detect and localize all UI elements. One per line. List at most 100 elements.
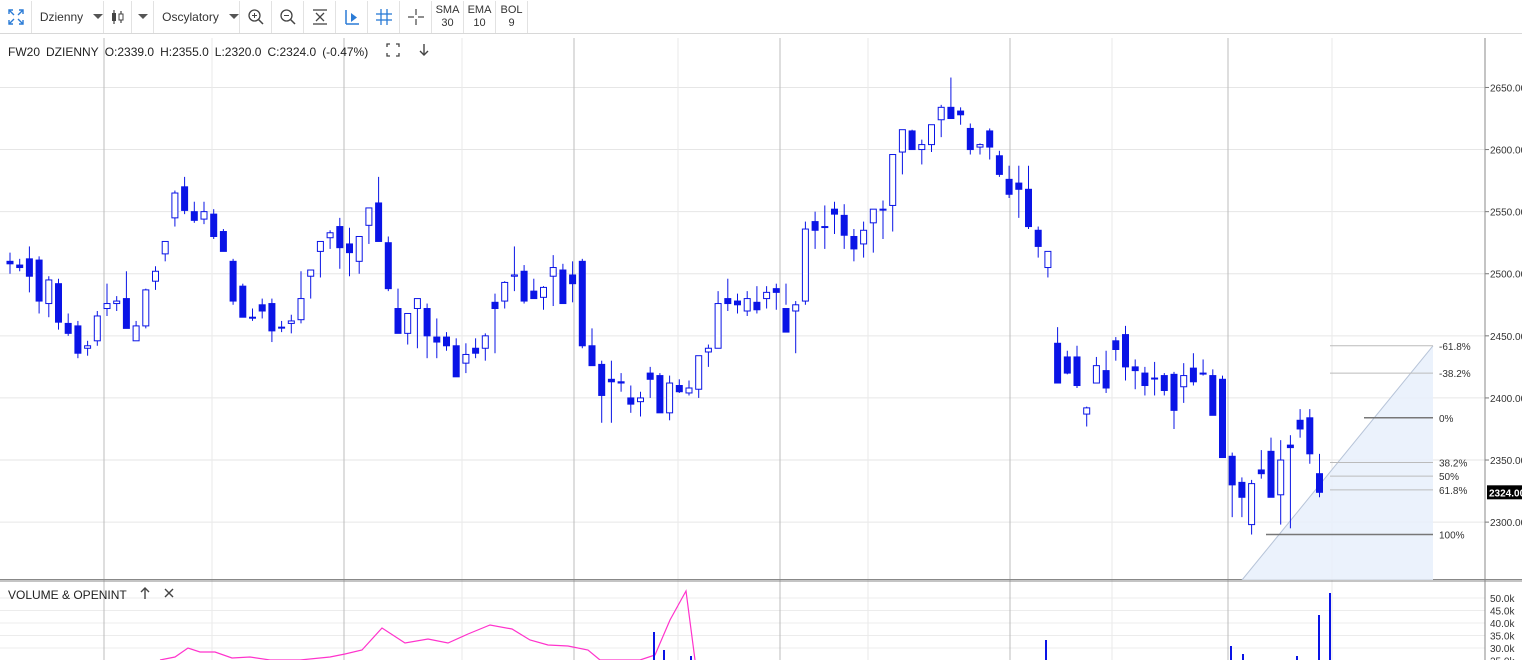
- volume-tick-label: 40.0k: [1490, 619, 1515, 630]
- indicator-ema-button[interactable]: EMA 10: [464, 0, 496, 33]
- maximize-panel-icon[interactable]: [386, 43, 400, 60]
- candle: [171, 190, 179, 227]
- candle: [423, 303, 431, 359]
- candle-body: [782, 308, 790, 333]
- candle-body: [1102, 370, 1110, 389]
- candle-body: [287, 320, 295, 324]
- candle: [559, 263, 567, 305]
- candle: [394, 288, 402, 334]
- fullscreen-button[interactable]: [0, 0, 32, 33]
- candle: [1306, 409, 1314, 464]
- volume-tick-label: 50.0k: [1490, 594, 1515, 605]
- candle: [74, 320, 82, 359]
- candle: [336, 217, 344, 269]
- arrow-up-icon[interactable]: [139, 586, 151, 603]
- toolbar: Dzienny Oscylatory SMA 30 EMA 10 BOL 9: [0, 0, 1522, 34]
- candle: [1151, 361, 1159, 396]
- candle: [1248, 479, 1256, 535]
- candle: [355, 235, 363, 274]
- candle: [346, 227, 353, 277]
- candle: [142, 288, 150, 329]
- candle-body: [16, 264, 24, 269]
- candle: [287, 314, 295, 334]
- candle: [384, 236, 392, 292]
- candle: [1131, 359, 1139, 390]
- candle: [462, 343, 470, 374]
- candle-body: [64, 322, 72, 334]
- candle: [404, 312, 412, 345]
- symbol-label: FW20: [8, 44, 41, 59]
- candle-body: [598, 363, 606, 396]
- candle: [152, 266, 159, 290]
- candle-body: [957, 110, 965, 116]
- candle: [258, 298, 266, 319]
- open-value: O:2339.0: [104, 44, 155, 59]
- candle: [297, 271, 305, 324]
- indicator-sma-button[interactable]: SMA 30: [432, 0, 464, 33]
- candle: [617, 373, 625, 392]
- oscillators-dropdown[interactable]: Oscylatory: [154, 0, 240, 33]
- candle-body: [25, 258, 33, 277]
- candle-body: [1151, 377, 1159, 380]
- close-icon[interactable]: [163, 587, 175, 602]
- chart-type-button[interactable]: [104, 0, 132, 33]
- candle-body: [995, 155, 1003, 175]
- candle-body: [840, 214, 848, 236]
- volume-chart[interactable]: 50.0k 45.0k40.0k 35.0k30.0k 25.0k: [0, 580, 1522, 660]
- candle-body: [1073, 356, 1081, 387]
- candle-body: [986, 130, 994, 148]
- candle: [1141, 366, 1149, 396]
- candle: [64, 313, 72, 336]
- candle: [200, 201, 208, 225]
- candle-body: [792, 304, 800, 312]
- volume-panel-title: VOLUME & OPENINT: [8, 587, 127, 602]
- candle-body: [249, 316, 256, 319]
- candle-body: [355, 235, 363, 262]
- candle: [569, 261, 577, 303]
- chart-type-dropdown[interactable]: [132, 0, 154, 33]
- scroll-to-end-button[interactable]: [336, 0, 368, 33]
- interval-dropdown[interactable]: Dzienny: [32, 0, 104, 33]
- candle-body: [74, 325, 82, 354]
- candle: [1277, 440, 1285, 525]
- price-tick-label: 2300.00: [1490, 518, 1522, 529]
- candle-body: [239, 285, 247, 318]
- candle: [734, 293, 741, 314]
- candle: [743, 291, 751, 316]
- candle-body: [685, 387, 693, 394]
- candle-body: [966, 127, 974, 151]
- price-chart[interactable]: 2650.00 2600.00 2550.00 2500.00 2450.00 2400.…: [0, 38, 1522, 580]
- fit-range-button[interactable]: [304, 0, 336, 33]
- candle: [908, 129, 916, 151]
- arrow-down-icon[interactable]: [418, 43, 430, 60]
- candle-body: [704, 347, 712, 353]
- candle-body: [918, 144, 926, 151]
- candle-body: [607, 378, 615, 383]
- candle: [685, 380, 693, 396]
- indicator-name: EMA: [467, 3, 492, 16]
- candle: [1180, 363, 1188, 403]
- high-value: H:2355.0: [160, 44, 209, 59]
- candle-body: [743, 298, 751, 312]
- candle-body: [413, 298, 421, 310]
- candle: [491, 293, 499, 354]
- zoom-out-button[interactable]: [272, 0, 304, 33]
- candle-body: [452, 345, 460, 378]
- candle-body: [443, 336, 450, 347]
- candle-body: [55, 283, 62, 323]
- candle-body: [1141, 372, 1149, 387]
- candle-body: [404, 312, 412, 334]
- candle-body: [1112, 340, 1120, 350]
- candle-body: [569, 274, 577, 285]
- candle: [1092, 356, 1100, 384]
- crosshair-button[interactable]: [400, 0, 432, 33]
- grid-toggle-button[interactable]: [368, 0, 400, 33]
- indicator-bol-button[interactable]: BOL 9: [496, 0, 528, 33]
- zoom-in-button[interactable]: [240, 0, 272, 33]
- candle-body: [433, 336, 441, 343]
- candle-body: [481, 335, 489, 349]
- candle-body: [1286, 444, 1294, 449]
- candle: [365, 207, 373, 244]
- candle: [1257, 450, 1265, 479]
- candle: [879, 200, 887, 239]
